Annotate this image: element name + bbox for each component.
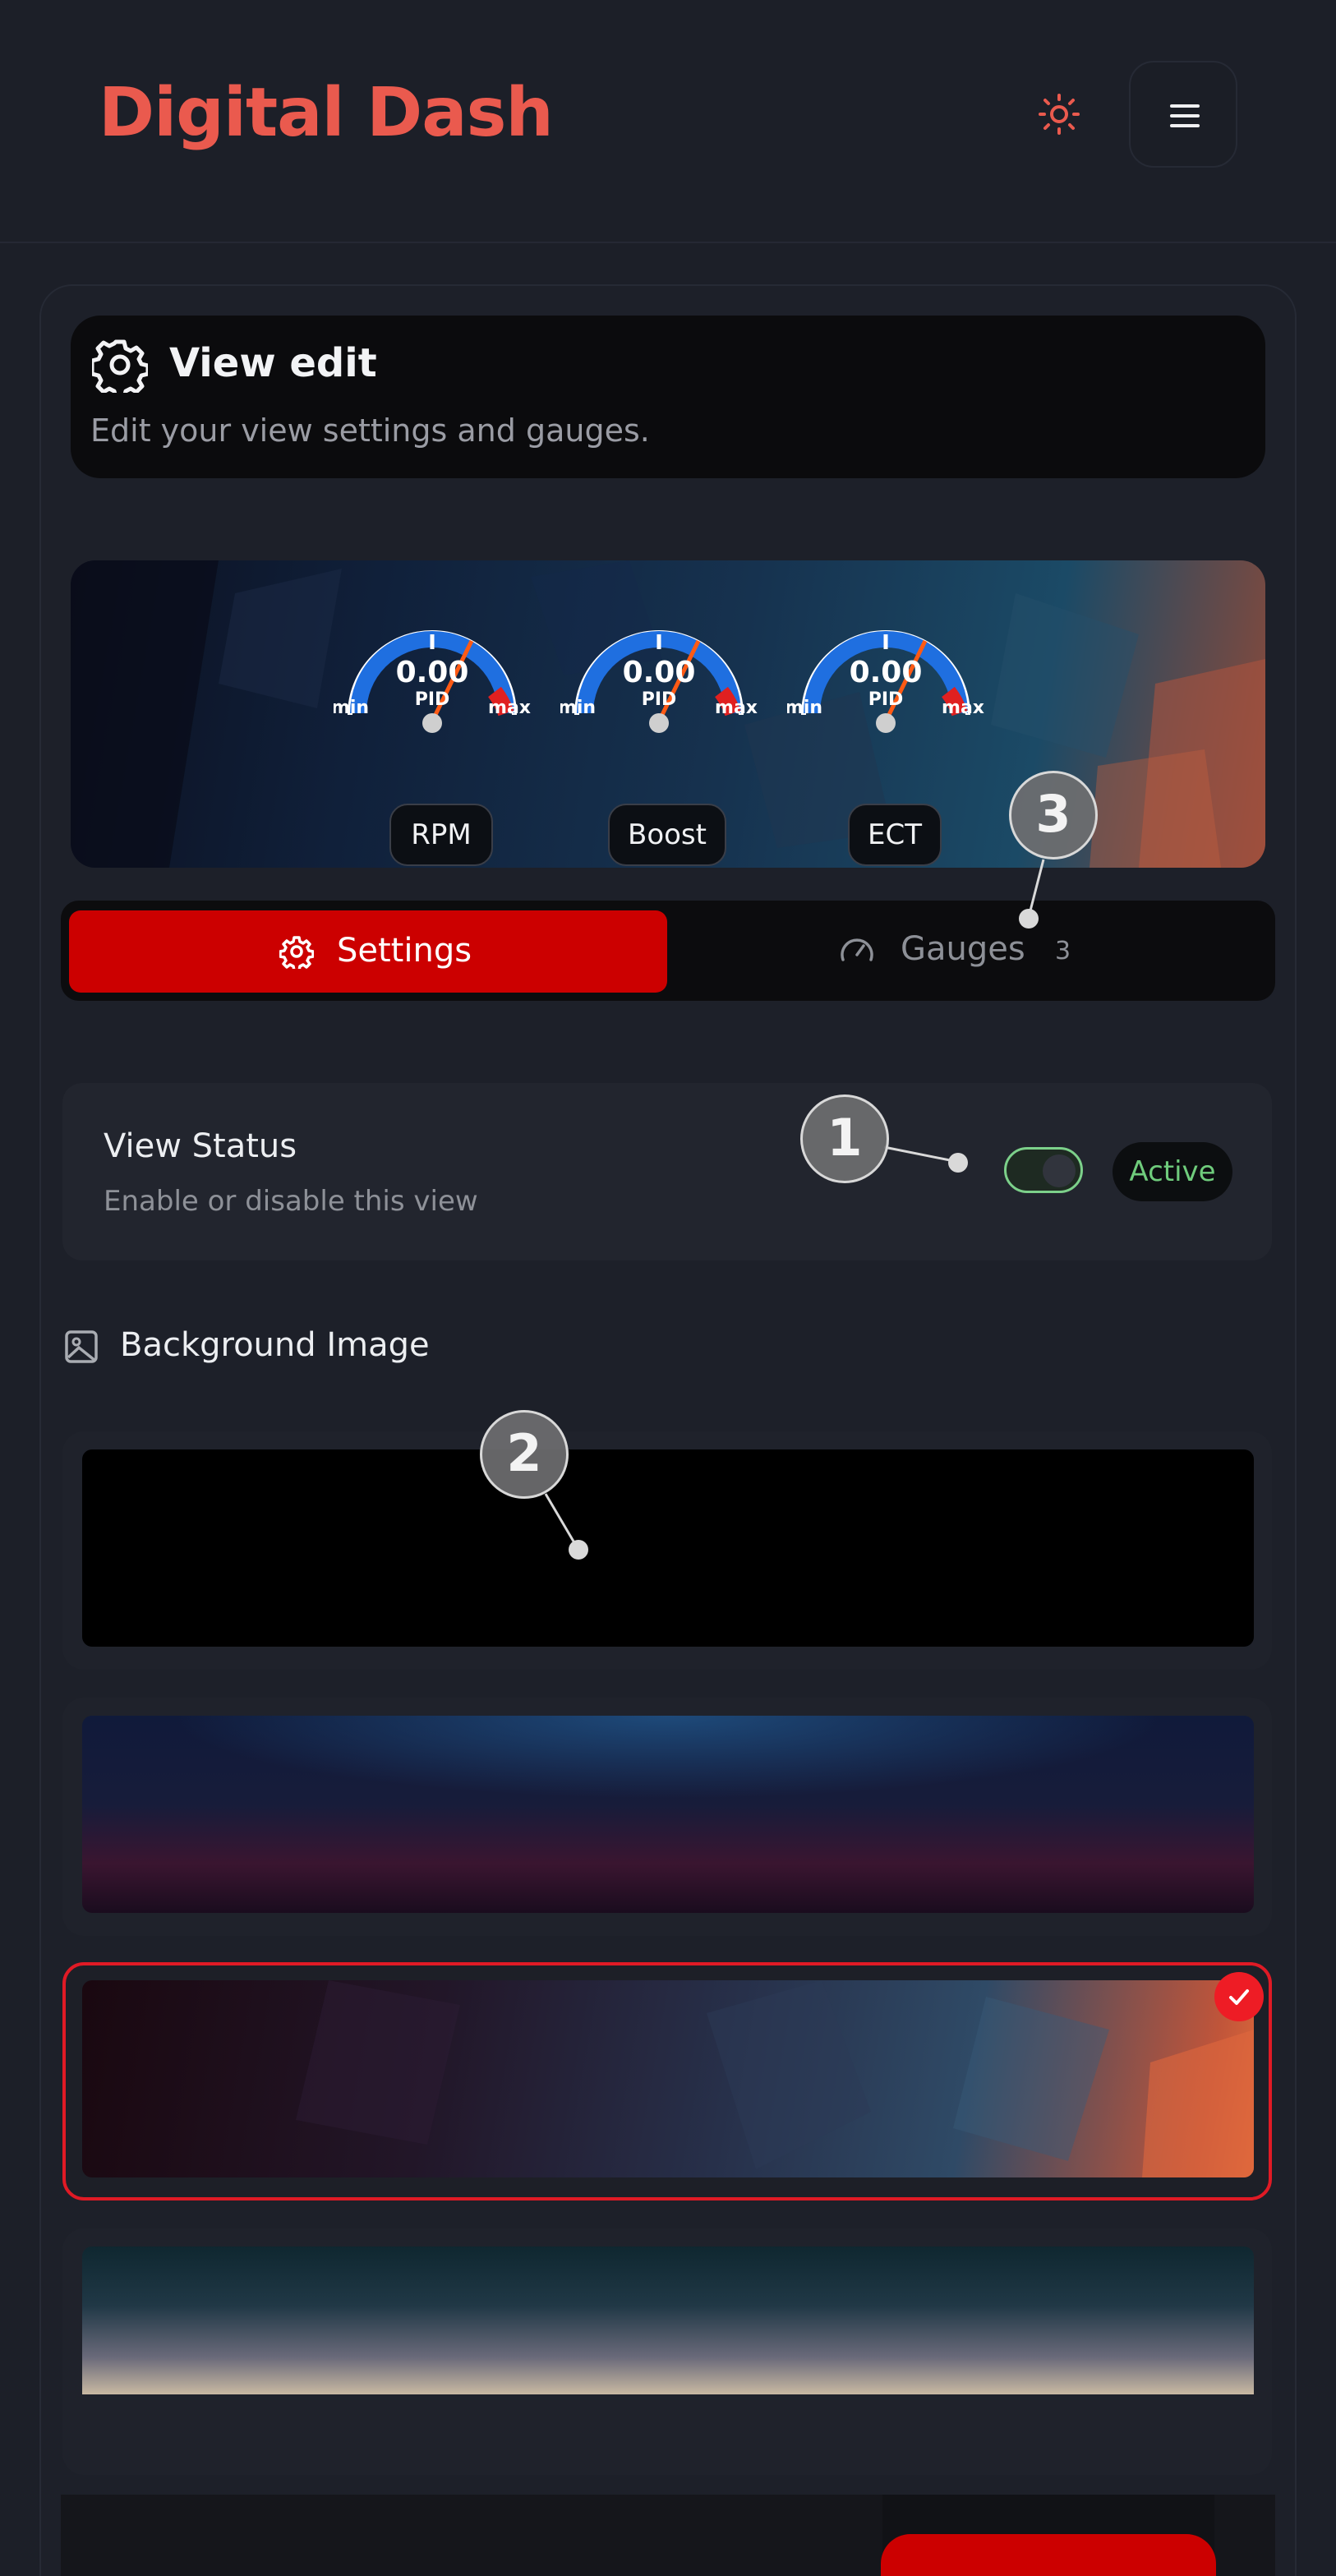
page-subtitle: Edit your view settings and gauges. [90,412,650,449]
status-badge: Active [1113,1142,1232,1201]
hamburger-icon [1170,104,1200,127]
gauge-rpm[interactable]: 0.00 PID min max [334,624,531,756]
view-status-section: View Status Enable or disable this view [62,1083,1272,1260]
gauge-value: 0.00 [396,656,469,689]
gauge-pid: PID [415,689,450,710]
theme-toggle-sun-icon[interactable] [1037,92,1081,136]
settings-gear-icon [279,936,314,969]
toggle-knob [1043,1154,1076,1187]
gauges-count-badge: 3 [1055,937,1071,965]
gauge-max: max [942,698,984,718]
background-option-starry[interactable] [62,2228,1272,2475]
save-button[interactable] [881,2534,1216,2576]
app-header: Digital Dash [0,0,1336,243]
gauge-min: min [560,698,596,718]
tab-settings[interactable]: Settings [69,910,667,993]
brand-title[interactable]: Digital Dash [99,74,554,152]
gauge-pid: PID [642,689,677,710]
background-option-shards[interactable] [62,1962,1272,2200]
speedometer-icon [841,938,873,961]
view-status-subtitle: Enable or disable this view [104,1185,478,1218]
gauge-label-ect[interactable]: ECT [848,804,942,866]
annotation-dot-2 [569,1540,588,1560]
gauge-value: 0.00 [623,656,696,689]
background-option-dusk[interactable] [62,1698,1272,1936]
view-edit-header: View edit Edit your view settings and ga… [71,316,1265,478]
gauge-min: min [787,698,822,718]
gauge-ect[interactable]: 0.00 PID min max [787,624,984,756]
gauge-max: max [488,698,531,718]
gauge-min: min [334,698,369,718]
view-status-title: View Status [104,1127,297,1165]
annotation-dot-3 [1019,909,1039,929]
gauge-pid: PID [868,689,904,710]
annotation-marker-3: 3 [1009,771,1098,859]
menu-button[interactable] [1129,61,1237,168]
background-option-black[interactable] [62,1431,1272,1670]
tab-gauges-label: Gauges [901,930,1025,968]
selected-check-icon [1214,1972,1264,2021]
background-thumbnail [82,1449,1254,1647]
background-thumbnail [82,2247,1254,2394]
background-thumbnail [82,1716,1254,1913]
background-image-title: Background Image [120,1326,430,1364]
gauge-boost[interactable]: 0.00 PID min max [560,624,758,756]
gauge-value: 0.00 [850,656,923,689]
image-icon [65,1330,98,1363]
gauge-label-rpm[interactable]: RPM [389,804,493,866]
settings-gear-icon [92,339,148,393]
page-title: View edit [169,340,377,386]
view-status-toggle[interactable] [1004,1147,1083,1193]
gauge-label-boost[interactable]: Boost [608,804,726,866]
tab-settings-label: Settings [337,932,472,970]
annotation-marker-1: 1 [800,1094,889,1183]
gauge-max: max [715,698,758,718]
annotation-marker-2: 2 [480,1410,569,1499]
shard-pattern [296,1980,1254,2177]
annotation-dot-1 [948,1153,968,1173]
background-thumbnail [82,1980,1254,2177]
